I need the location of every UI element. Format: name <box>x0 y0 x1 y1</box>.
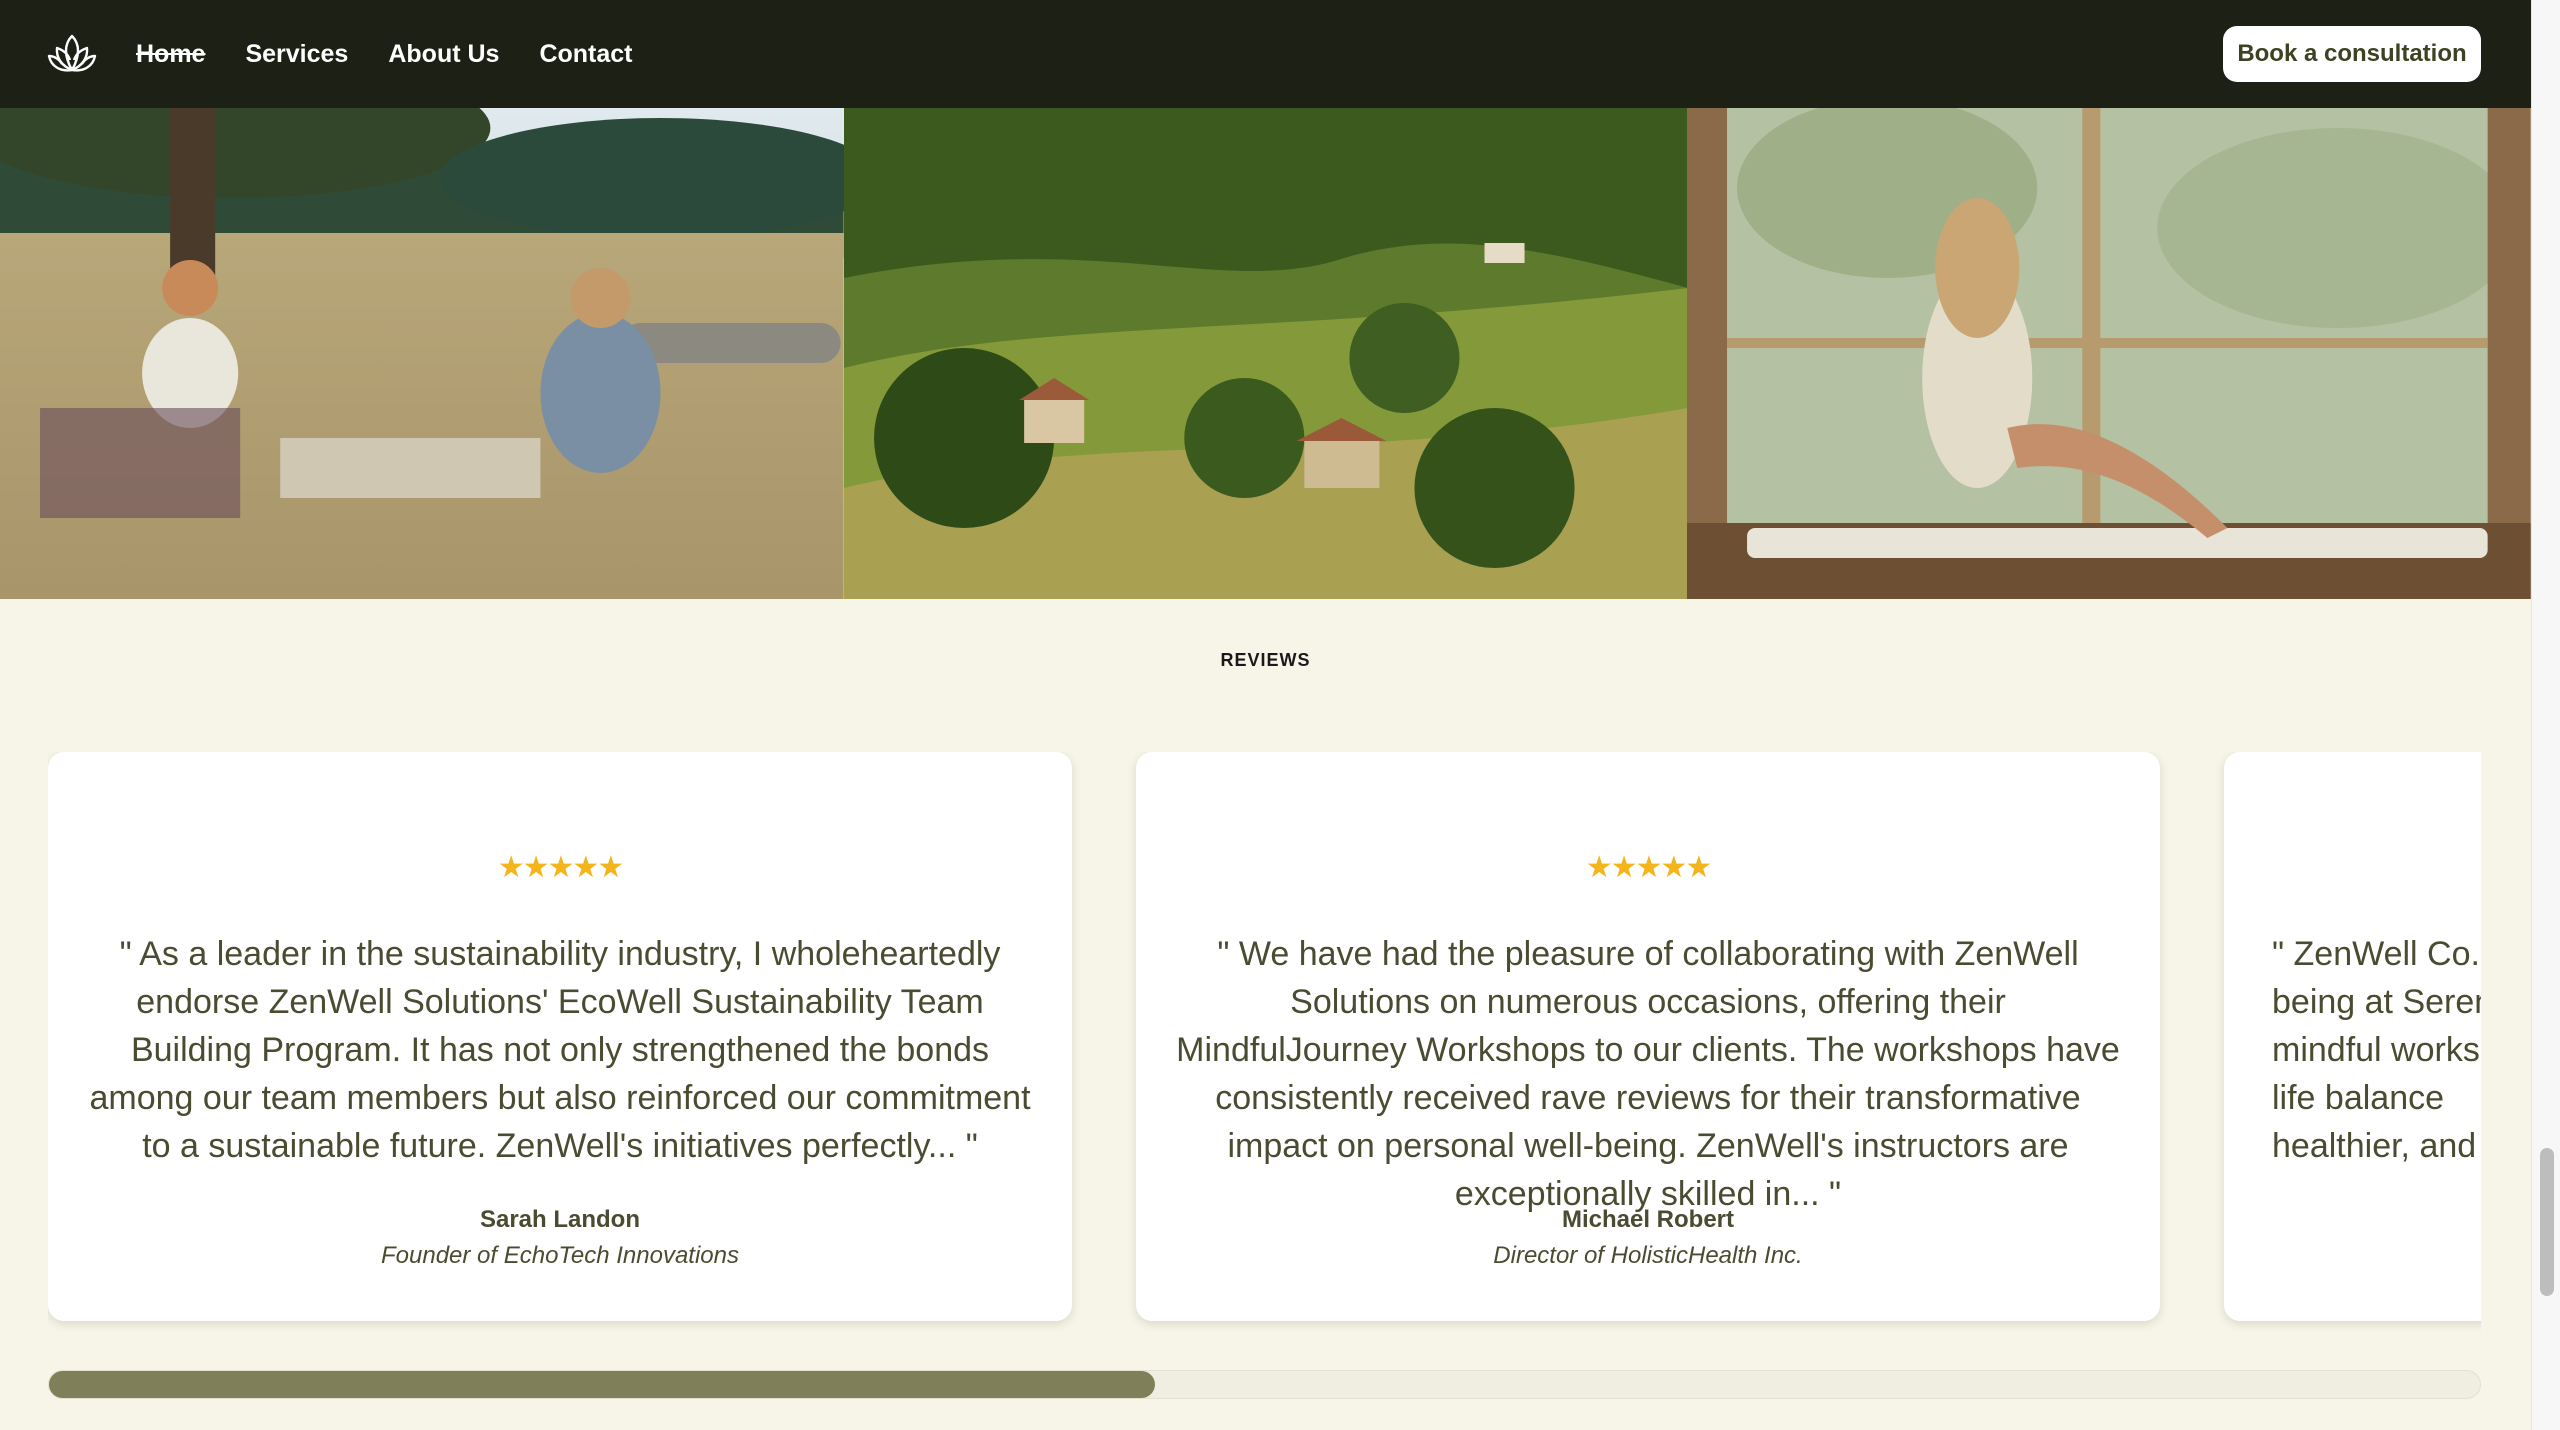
reviewer-name: Michael Robert <box>1561 1206 1735 1233</box>
carousel-progress-fill[interactable] <box>49 1371 1156 1398</box>
photo-gallery <box>0 108 2532 599</box>
nav-home-link[interactable]: Home <box>136 40 205 69</box>
nav-services-link[interactable]: Services <box>245 40 348 69</box>
nav-about-link[interactable]: About Us <box>388 40 499 69</box>
green-hills-village-photo <box>843 108 1688 599</box>
nav-contact-link[interactable]: Contact <box>539 40 632 69</box>
review-quote: " As a leader in the sustainability indu… <box>89 935 1031 1165</box>
review-card: ★★★★★ " We have had the pleasure of coll… <box>1136 752 2160 1321</box>
reviews-track: ★★★★★ " As a leader in the sustainabilit… <box>48 752 2481 1332</box>
star-rating-icon: ★★★★★ <box>1585 851 1712 884</box>
book-consultation-button[interactable]: Book a consultation <box>2223 26 2481 82</box>
lotus-icon[interactable] <box>44 26 100 82</box>
picnic-meadow-photo <box>0 108 844 599</box>
star-rating-icon: ★★★★★ <box>497 851 624 884</box>
woman-window-seat-photo <box>1687 108 2532 599</box>
site-header: Home Services About Us Contact Book a co… <box>0 0 2531 108</box>
main-nav: Home Services About Us Contact <box>136 0 633 108</box>
reviews-carousel[interactable]: ★★★★★ " As a leader in the sustainabilit… <box>48 752 2481 1332</box>
page-scrollbar[interactable] <box>2531 0 2560 1430</box>
review-quote: " ZenWell Co. l being at Seren mindful w… <box>2272 935 2481 1165</box>
review-card: ★★★★★ " As a leader in the sustainabilit… <box>48 752 1072 1321</box>
carousel-progress-bar[interactable] <box>48 1370 2481 1399</box>
reviews-section-label: REVIEWS <box>1220 650 1311 670</box>
scrollbar-thumb[interactable] <box>2540 1148 2554 1296</box>
reviewer-role: Director of HolisticHealth Inc. <box>1493 1242 1803 1269</box>
review-card: " ZenWell Co. l being at Seren mindful w… <box>2224 752 2481 1321</box>
review-quote: " We have had the pleasure of collaborat… <box>1176 935 2120 1213</box>
reviewer-name: Sarah Landon <box>479 1206 641 1233</box>
reviewer-role: Founder of EchoTech Innovations <box>380 1242 740 1269</box>
